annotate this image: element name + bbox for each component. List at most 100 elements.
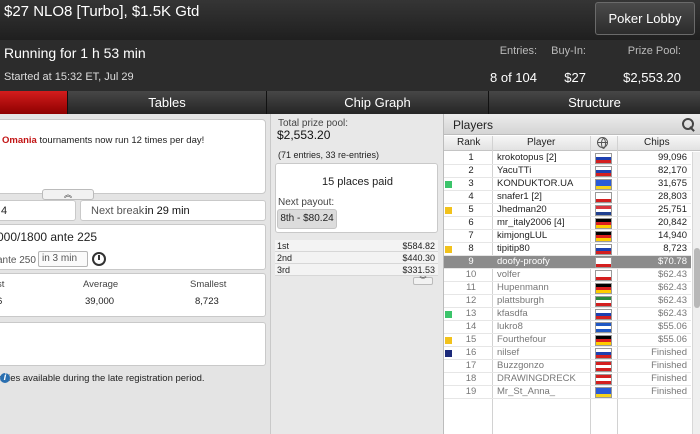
player-row[interactable]: 13 kfasdfa $62.43	[444, 308, 691, 321]
info-icon[interactable]: i	[0, 373, 10, 383]
entries-label: Entries:	[499, 45, 537, 57]
smallest-stack-label: Smallest	[190, 279, 227, 290]
player-rank: 5	[468, 204, 474, 215]
player-chips: 82,170	[657, 165, 687, 176]
level-value: 4	[1, 205, 8, 217]
player-chips: 99,096	[657, 152, 687, 163]
running-time: Running for 1 h 53 min	[4, 45, 146, 61]
payout-place: 2nd	[277, 253, 293, 263]
tab-structure[interactable]: Structure	[488, 91, 700, 114]
player-row[interactable]: 7 kimjongLUL 14,940	[444, 230, 691, 243]
country-flag-icon	[595, 374, 612, 385]
player-row[interactable]: 16 nilsef Finished	[444, 347, 691, 360]
player-name: Mr_St_Anna_	[497, 386, 556, 397]
main-content: Omania tournaments now run 12 times per …	[0, 114, 700, 434]
player-row[interactable]: 14 lukro8 $55.06	[444, 321, 691, 334]
news-brand: Omania	[2, 135, 37, 146]
prize-column: Total prize pool: $2,553.20 (71 entries,…	[270, 114, 442, 434]
buyin-label: Buy-In:	[551, 45, 586, 57]
player-note-marker	[445, 181, 452, 188]
country-flag-icon	[595, 153, 612, 164]
player-name: lukro8	[497, 321, 523, 332]
country-flag-icon	[595, 218, 612, 229]
player-row[interactable]: 8 tipitip80 8,723	[444, 243, 691, 256]
average-stack-value: 39,000	[85, 296, 115, 307]
players-scrollbar[interactable]	[692, 152, 700, 434]
players-header: Players	[444, 114, 700, 135]
start-time: Started at 15:32 ET, Jul 29	[4, 71, 134, 83]
rank-column-header[interactable]: Rank	[457, 137, 480, 148]
total-prize-value: $2,553.20	[277, 128, 331, 142]
country-flag-icon	[595, 296, 612, 307]
country-flag-icon	[595, 179, 612, 190]
player-chips: $55.06	[657, 321, 687, 332]
level-timer: in 3 min	[38, 251, 88, 267]
player-rank: 13	[465, 308, 477, 319]
player-row[interactable]: 3 KONDUKTOR.UA 31,675	[444, 178, 691, 191]
player-row[interactable]: 12 plattsburgh $62.43	[444, 295, 691, 308]
player-rank: 10	[465, 269, 477, 280]
player-row[interactable]: 4 snafer1 [2] 28,803	[444, 191, 691, 204]
player-name: KONDUKTOR.UA	[497, 178, 574, 189]
player-name: Buzzgonzo	[497, 360, 545, 371]
globe-icon[interactable]	[597, 137, 608, 149]
tab-tables[interactable]: Tables	[67, 91, 266, 114]
buyin-value: $27	[564, 70, 586, 85]
player-row[interactable]: 2 YacuTTi 82,170	[444, 165, 691, 178]
player-rank: 18	[465, 373, 477, 384]
player-row[interactable]: 18 DRAWINGDRECK Finished	[444, 373, 691, 386]
stacks-box: st Average Smallest 6 39,000 8,723	[0, 273, 266, 317]
player-row[interactable]: 6 mr_italy2006 [4] 20,842	[444, 217, 691, 230]
player-name: YacuTTi	[497, 165, 532, 176]
player-name: snafer1 [2]	[497, 191, 542, 202]
player-row[interactable]: 19 Mr_St_Anna_ Finished	[444, 386, 691, 399]
next-break-box: Next break: in 29 min	[80, 200, 266, 221]
player-chips: $62.43	[657, 308, 687, 319]
players-list: 1 krokotopus [2] 99,096 2 YacuTTi 82,170 3 KOND…	[444, 152, 691, 399]
country-flag-icon	[595, 348, 612, 359]
payout-place: 1st	[277, 241, 290, 251]
player-name: Hupenmann	[497, 282, 549, 293]
tab-chip-graph[interactable]: Chip Graph	[266, 91, 488, 114]
player-row[interactable]: 1 krokotopus [2] 99,096	[444, 152, 691, 165]
expand-payouts-button[interactable]: ︾	[413, 277, 433, 285]
scrollbar-thumb[interactable]	[694, 248, 700, 308]
search-icon[interactable]	[681, 117, 695, 131]
player-row[interactable]: 15 Fourthefour $55.06	[444, 334, 691, 347]
next-blinds: ante 250	[0, 255, 36, 266]
country-flag-icon	[595, 192, 612, 203]
payout-row: 3rd $331.53	[275, 264, 438, 276]
tab-info[interactable]	[0, 91, 67, 114]
player-chips: 14,940	[657, 230, 687, 241]
payout-place: 3rd	[277, 265, 291, 275]
players-panel: Players Rank Player Chips 1 krokotopus [2…	[443, 114, 700, 434]
places-paid: 15 places paid	[322, 176, 393, 188]
player-row[interactable]: 10 volfer $62.43	[444, 269, 691, 282]
player-column-header[interactable]: Player	[527, 137, 555, 148]
expand-news-button[interactable]: ︽	[42, 189, 94, 200]
poker-lobby-button[interactable]: Poker Lobby	[595, 2, 695, 35]
player-rank: 9	[468, 256, 474, 267]
player-name: Fourthefour	[497, 334, 547, 345]
player-rank: 15	[465, 334, 477, 345]
chips-column-header[interactable]: Chips	[644, 137, 670, 148]
news-text: Omania tournaments now run 12 times per …	[2, 135, 204, 146]
player-name: plattsburgh	[497, 295, 545, 306]
entries-stat: Entries: 8 of 104	[490, 45, 537, 85]
next-payout-label: Next payout:	[278, 197, 335, 208]
level-box: 4	[0, 200, 76, 221]
player-row[interactable]: 11 Hupenmann $62.43	[444, 282, 691, 295]
player-chips: 20,842	[657, 217, 687, 228]
player-rank: 2	[468, 165, 474, 176]
country-flag-icon	[595, 309, 612, 320]
player-name: volfer	[497, 269, 521, 280]
player-row[interactable]: 5 Jhedman20 25,751	[444, 204, 691, 217]
player-row[interactable]: 17 Buzzgonzo Finished	[444, 360, 691, 373]
player-chips: 8,723	[663, 243, 687, 254]
country-flag-icon	[595, 257, 612, 268]
current-blinds: 000/1800 ante 225	[0, 230, 98, 244]
player-chips: 25,751	[657, 204, 687, 215]
players-title: Players	[453, 118, 494, 132]
player-row[interactable]: 9 doofy-proofy $70.78	[444, 256, 691, 269]
clock-icon	[92, 252, 106, 266]
